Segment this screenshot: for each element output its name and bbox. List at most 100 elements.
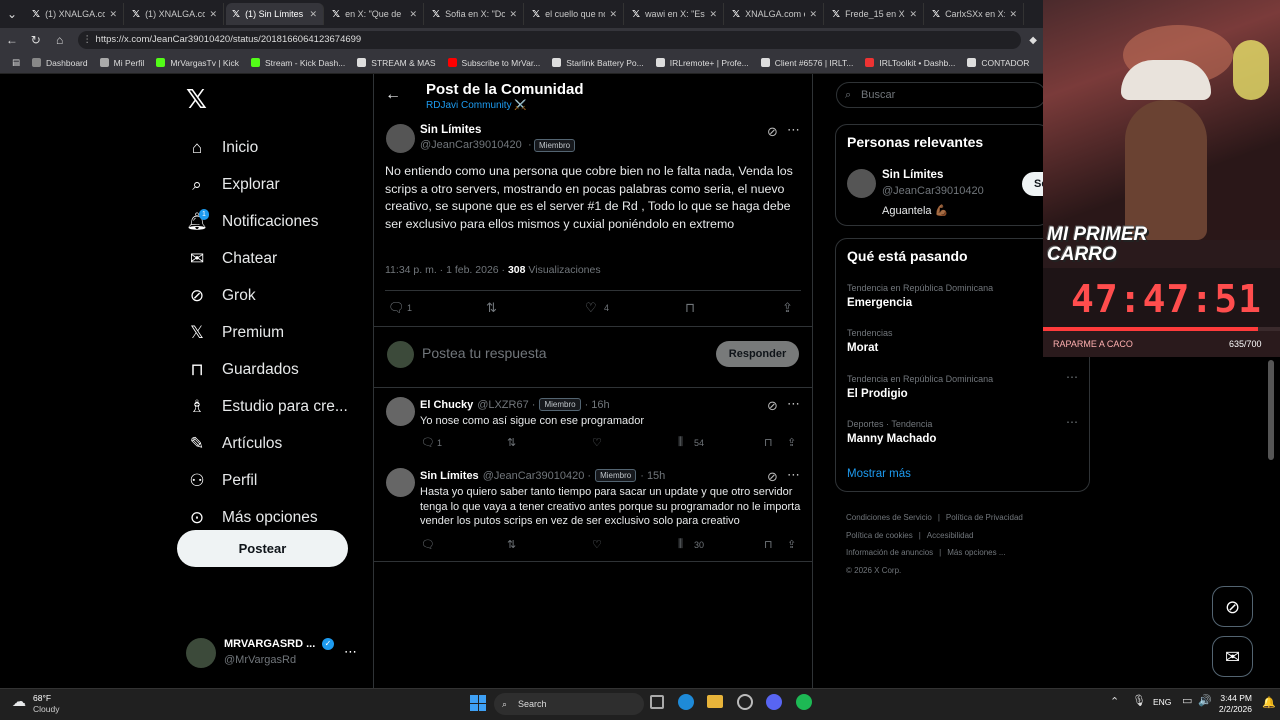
- tab-close-icon[interactable]: ✕: [1009, 9, 1017, 20]
- nav-item-explorar[interactable]: ⌕ Explorar: [172, 166, 370, 203]
- browser-tab[interactable]: 𝕏 Frede_15 en X: "D ✕: [826, 3, 924, 25]
- post-button[interactable]: Postear: [177, 530, 348, 567]
- bookmark-item[interactable]: Starlink Battery Po...: [552, 58, 644, 68]
- tab-close-icon[interactable]: ✕: [909, 9, 917, 20]
- nav-item-chatear[interactable]: ✉ Chatear: [172, 240, 370, 277]
- repost-icon[interactable]: ⇅: [507, 538, 516, 551]
- reply-avatar[interactable]: [386, 397, 415, 426]
- start-icon[interactable]: [470, 695, 486, 711]
- author-avatar[interactable]: [386, 124, 415, 153]
- back-arrow-icon[interactable]: ←: [385, 86, 401, 104]
- reply-more-icon[interactable]: ⋯: [787, 396, 800, 412]
- search-input[interactable]: ⌕ Buscar: [836, 82, 1046, 108]
- trend-more-icon[interactable]: ⋯: [1066, 415, 1078, 429]
- grok-explain-icon[interactable]: ⊘: [767, 124, 778, 140]
- volume-icon[interactable]: 🔊: [1198, 694, 1212, 707]
- tab-close-icon[interactable]: ✕: [709, 9, 717, 20]
- relevant-avatar[interactable]: [847, 169, 876, 198]
- browser-tab[interactable]: 𝕏wawi en X: "Estoy ✕: [626, 3, 724, 25]
- tab-close-icon[interactable]: ✕: [609, 9, 617, 20]
- reply-input[interactable]: Postea tu respuesta: [422, 345, 547, 361]
- tab-close-icon[interactable]: ✕: [809, 9, 817, 20]
- bookmark-item[interactable]: Client #6576 | IRLT...: [760, 58, 853, 68]
- footer-link[interactable]: Accesibilidad: [927, 531, 974, 540]
- footer-link[interactable]: Más opciones ...: [947, 548, 1005, 557]
- tab-list-icon[interactable]: ⌄: [0, 7, 24, 21]
- bookmark-item[interactable]: Mi Perfil: [99, 58, 144, 68]
- nav-item-premium[interactable]: 𝕏 Premium: [172, 314, 370, 351]
- back-icon[interactable]: ←: [0, 33, 24, 47]
- tab-close-icon[interactable]: ✕: [209, 9, 217, 20]
- browser-tab[interactable]: 𝕏 (1) XNALGA.com ✕: [126, 3, 224, 25]
- reply-more-icon[interactable]: ⋯: [787, 467, 800, 483]
- browser-tab[interactable]: 𝕏en X: "Que de ✕: [326, 3, 424, 25]
- nav-item-guardados[interactable]: ⊓ Guardados: [172, 351, 370, 388]
- browser-tab[interactable]: 𝕏 Sofia en X: "Dom ✕: [426, 3, 524, 25]
- trend-item[interactable]: Deportes · Tendencia Manny Machado ⋯: [836, 415, 1089, 459]
- extensions-icon[interactable]: ◆: [1021, 35, 1045, 46]
- browser-tab[interactable]: 𝕏 (1) XNALGA.com ✕: [26, 3, 124, 25]
- share-icon[interactable]: ⇪: [787, 436, 796, 449]
- views-icon[interactable]: ⫼: [678, 436, 683, 449]
- nav-item-grok[interactable]: ⊘ Grok: [172, 277, 370, 314]
- reload-icon[interactable]: ↻: [24, 33, 48, 47]
- weather-temp[interactable]: 68°F: [33, 693, 51, 703]
- tab-close-icon[interactable]: ✕: [509, 9, 517, 20]
- reply-author[interactable]: El Chucky: [420, 399, 473, 411]
- reply-time[interactable]: · 16h: [585, 399, 610, 411]
- show-more-link[interactable]: Mostrar más: [847, 468, 911, 480]
- bookmarks-menu-icon[interactable]: ▤: [12, 57, 20, 68]
- clock-date[interactable]: 2/2/2026: [1215, 704, 1252, 714]
- browser-tab[interactable]: 𝕏 CarlxSXx en X: "Y✕: [926, 3, 1024, 25]
- discord-icon[interactable]: [766, 694, 782, 710]
- file-explorer-icon[interactable]: [707, 695, 723, 708]
- nav-item-inicio[interactable]: ⌂ Inicio: [172, 129, 370, 166]
- tab-close-icon[interactable]: ✕: [109, 9, 117, 20]
- reply-icon[interactable]: 🗨: [388, 300, 405, 316]
- account-more-icon[interactable]: ⋯: [344, 644, 357, 660]
- reply-icon[interactable]: 🗨: [421, 538, 435, 551]
- page-scrollbar[interactable]: [1268, 360, 1274, 460]
- footer-link[interactable]: Política de Privacidad: [946, 513, 1023, 522]
- bookmark-item[interactable]: Stream - Kick Dash...: [250, 58, 345, 68]
- relevant-handle[interactable]: @JeanCar39010420: [882, 185, 984, 197]
- language-indicator[interactable]: ENG: [1153, 697, 1171, 707]
- taskbar-search[interactable]: ⌕ Search: [494, 693, 644, 715]
- url-field[interactable]: ⋮ https://x.com/JeanCar39010420/status/2…: [77, 31, 1022, 49]
- grok-explain-icon[interactable]: ⊘: [767, 469, 778, 485]
- repost-icon[interactable]: ⇅: [486, 300, 497, 316]
- mic-icon[interactable]: 🎙: [1132, 694, 1146, 707]
- reply-author[interactable]: Sin Límites: [420, 470, 479, 482]
- post-author-handle[interactable]: @JeanCar39010420: [420, 139, 522, 151]
- bookmark-item[interactable]: CONTADOR: [967, 58, 1029, 68]
- browser-tab[interactable]: 𝕏el cuello que no t ✕: [526, 3, 624, 25]
- repost-icon[interactable]: ⇅: [507, 436, 516, 449]
- bookmark-item[interactable]: MrVargasTv | Kick: [156, 58, 239, 68]
- bookmark-item[interactable]: Subscribe to MrVar...: [447, 58, 540, 68]
- weather-icon[interactable]: ☁: [12, 693, 26, 710]
- reply-time[interactable]: · 15h: [640, 470, 665, 482]
- views-icon[interactable]: ⫼: [678, 538, 683, 551]
- messages-fab-icon[interactable]: ✉: [1212, 636, 1253, 677]
- tray-up-icon[interactable]: ⌃: [1110, 695, 1119, 708]
- reply-handle[interactable]: @JeanCar39010420 ·: [483, 470, 591, 482]
- reply-icon[interactable]: 🗨: [421, 436, 435, 449]
- relevant-name[interactable]: Sin Límites: [882, 169, 943, 181]
- footer-link[interactable]: Información de anuncios: [846, 548, 933, 557]
- browser-tab[interactable]: 𝕏 XNALGA.com en X ✕: [726, 3, 824, 25]
- tab-close-icon[interactable]: ✕: [409, 9, 417, 20]
- trend-item[interactable]: Tendencia en República Dominicana El Prod…: [836, 370, 1089, 414]
- post-author-name[interactable]: Sin Límites: [420, 124, 481, 136]
- like-icon[interactable]: ♡: [585, 300, 597, 316]
- bookmark-icon[interactable]: ⊓: [764, 436, 773, 449]
- reply-avatar[interactable]: [386, 468, 415, 497]
- nav-item-estudio-para-cre-[interactable]: ♗ Estudio para cre...: [172, 388, 370, 425]
- post-time[interactable]: 11:34 p. m. · 1 feb. 2026 ·: [385, 264, 505, 276]
- grok-explain-icon[interactable]: ⊘: [767, 398, 778, 414]
- bookmark-item[interactable]: Dashboard: [32, 58, 88, 68]
- spotify-icon[interactable]: [796, 694, 812, 710]
- clock-time[interactable]: 3:44 PM: [1220, 693, 1252, 703]
- bookmark-item[interactable]: IRLremote+ | Profe...: [655, 58, 749, 68]
- footer-link[interactable]: Política de cookies: [846, 531, 913, 540]
- bookmark-icon[interactable]: ⊓: [764, 538, 773, 551]
